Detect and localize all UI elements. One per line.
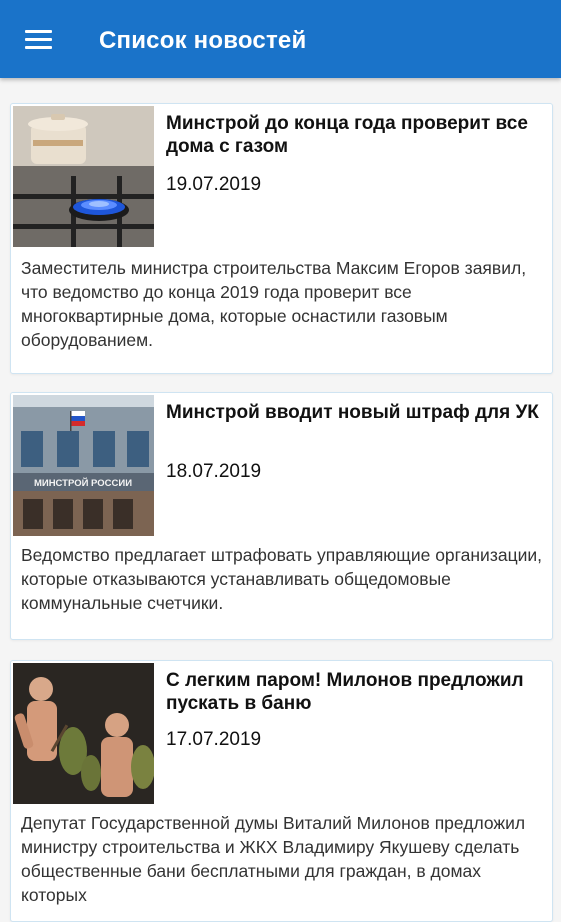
news-title[interactable]: Минстрой до конца года проверит все дома… xyxy=(166,112,541,158)
building-sign-text: МИНСТРОЙ РОССИИ xyxy=(34,477,132,489)
news-card[interactable]: МИНСТРОЙ РОССИИ Минстрой вводит новый шт… xyxy=(10,392,553,640)
menu-icon[interactable] xyxy=(25,30,52,50)
news-date: 18.07.2019 xyxy=(166,461,262,482)
news-description: Заместитель министра строительства Макси… xyxy=(21,258,527,350)
news-description: Ведомство предлагает штрафовать управляю… xyxy=(21,545,543,613)
page-title: Список новостей xyxy=(99,27,307,54)
news-title[interactable]: Минстрой вводит новый штраф для УК xyxy=(166,401,541,424)
news-card[interactable]: Минстрой до конца года проверит все дома… xyxy=(10,103,553,374)
news-image-sauna-men xyxy=(13,663,154,804)
news-image-gas-stove xyxy=(13,106,154,247)
news-card[interactable]: С легким паром! Милонов предложил пускат… xyxy=(10,660,553,922)
news-description: Депутат Государственной думы Виталий Мил… xyxy=(21,813,526,905)
news-image-ministry-building: МИНСТРОЙ РОССИИ xyxy=(13,395,154,536)
news-date: 17.07.2019 xyxy=(166,729,262,750)
news-date: 19.07.2019 xyxy=(166,174,262,195)
news-title[interactable]: С легким паром! Милонов предложил пускат… xyxy=(166,669,541,715)
app-bar: Список новостей xyxy=(0,0,561,78)
